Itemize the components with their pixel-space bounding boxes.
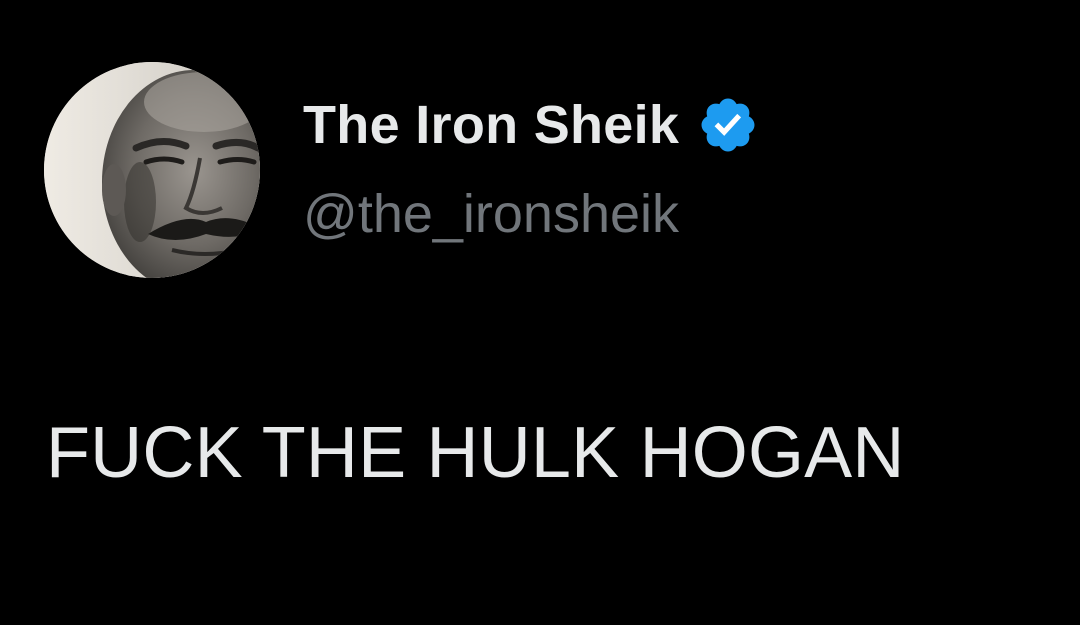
- avatar-photo: [44, 62, 260, 278]
- author-handle[interactable]: @the_ironsheik: [303, 183, 679, 245]
- tweet-text: FUCK THE HULK HOGAN: [46, 413, 905, 493]
- author-display-name: The Iron Sheik: [303, 95, 680, 155]
- author-name-row[interactable]: The Iron Sheik: [303, 92, 759, 158]
- tweet: The Iron Sheik @the_ironsheik FUCK THE H…: [0, 0, 1080, 625]
- author-avatar[interactable]: [44, 62, 260, 278]
- verified-badge-icon: [697, 94, 759, 156]
